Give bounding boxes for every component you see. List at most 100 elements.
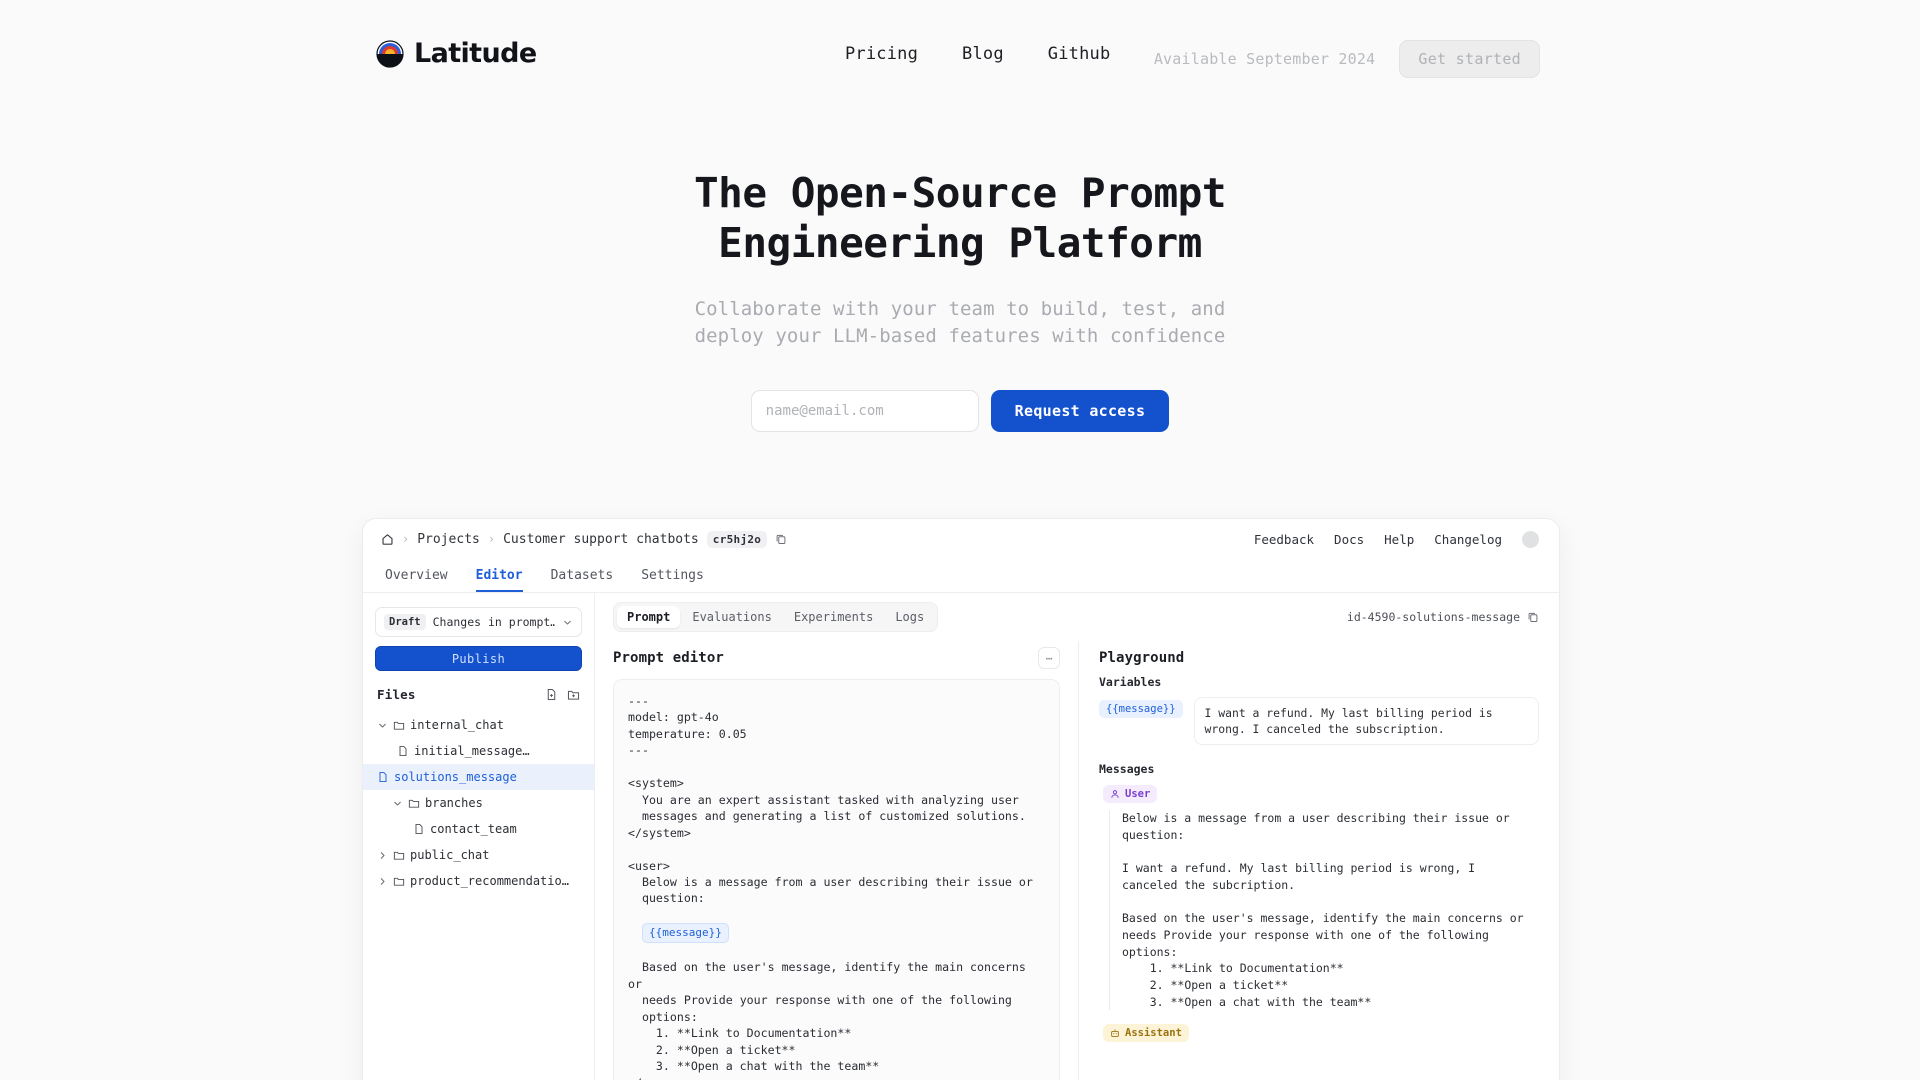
chevron-down-icon	[562, 617, 573, 628]
topbar-link-changelog[interactable]: Changelog	[1434, 532, 1502, 547]
chevron-right-icon	[377, 850, 388, 861]
messages-label: Messages	[1099, 762, 1155, 777]
prompt-editor-pane: Prompt editor ⋯ --- model: gpt-4o temper…	[595, 641, 1079, 1080]
document-id-label: id-4590-solutions-message	[1346, 610, 1520, 624]
nav-link-pricing[interactable]: Pricing	[845, 44, 918, 64]
tab-evaluations[interactable]: Evaluations	[682, 606, 781, 628]
tree-row-initial-message[interactable]: initial_message…	[375, 738, 582, 764]
hero-title-line-1: The Open-Source Prompt	[693, 169, 1227, 217]
breadcrumb-separator-1: ›	[402, 532, 410, 546]
playground-pane: Playground Variables {{message}} I want …	[1079, 641, 1559, 1080]
breadcrumb-projects[interactable]: Projects	[417, 532, 480, 547]
tab-logs[interactable]: Logs	[885, 606, 934, 628]
variable-row: {{message}} I want a refund. My last bil…	[1099, 697, 1539, 746]
tree-item-label: solutions_message	[394, 770, 517, 784]
playground-header: Playground	[1099, 641, 1539, 675]
new-folder-icon[interactable]	[567, 688, 580, 701]
app-topbar-links: Feedback Docs Help Changelog	[1254, 530, 1539, 548]
hero-subtitle: Collaborate with your team to build, tes…	[0, 296, 1920, 350]
publish-button[interactable]: Publish	[375, 646, 582, 671]
breadcrumb-project-name[interactable]: Customer support chatbots	[503, 532, 699, 547]
file-tree: internal_chat initial_message… solutions…	[363, 712, 594, 894]
files-title: Files	[377, 687, 416, 702]
tree-row-internal-chat[interactable]: internal_chat	[375, 712, 582, 738]
variable-key: {{message}}	[1099, 700, 1183, 718]
brand-logo[interactable]: Latitude	[375, 38, 537, 69]
tab-experiments[interactable]: Experiments	[784, 606, 883, 628]
home-icon[interactable]	[381, 533, 394, 546]
prompt-code-part-1: --- model: gpt-4o temperature: 0.05 --- …	[628, 694, 1033, 906]
role-badge-assistant: Assistant	[1103, 1024, 1189, 1043]
tab-datasets[interactable]: Datasets	[551, 568, 614, 592]
prompt-editor-header: Prompt editor ⋯	[613, 641, 1060, 675]
avatar[interactable]	[1522, 530, 1539, 548]
top-navigation: Latitude Pricing Blog Github Available S…	[0, 0, 1920, 110]
variables-label: Variables	[1099, 675, 1162, 689]
draft-label: Changes in prompt…	[432, 615, 555, 629]
prompt-variable-chip[interactable]: {{message}}	[641, 923, 729, 943]
editor-pill-tabs: Prompt Evaluations Experiments Logs	[613, 602, 939, 632]
topbar-link-feedback[interactable]: Feedback	[1254, 532, 1314, 547]
tree-row-solutions-message[interactable]: solutions_message	[363, 764, 594, 790]
tree-row-branches[interactable]: branches	[375, 790, 582, 816]
tab-prompt[interactable]: Prompt	[617, 606, 681, 628]
copy-icon[interactable]	[1527, 611, 1539, 623]
topbar-link-docs[interactable]: Docs	[1334, 532, 1364, 547]
nav-link-github[interactable]: Github	[1048, 44, 1111, 64]
app-tabs: Overview Editor Datasets Settings	[363, 559, 1559, 593]
get-started-button[interactable]: Get started	[1399, 40, 1540, 78]
message-content: Below is a message from a user describin…	[1109, 810, 1539, 1011]
draft-select[interactable]: Draft Changes in prompt…	[375, 607, 582, 637]
breadcrumb: › Projects › Customer support chatbots c…	[381, 530, 787, 548]
variables-section: Variables {{message}} I want a refund. M…	[1099, 675, 1539, 746]
tab-editor[interactable]: Editor	[475, 568, 523, 592]
file-icon	[377, 771, 389, 783]
folder-icon	[393, 719, 405, 731]
hero-section: The Open-Source Prompt Engineering Platf…	[0, 168, 1920, 432]
prompt-code-part-2: Based on the user's message, identify th…	[628, 960, 1026, 1080]
tree-row-product-recommendations[interactable]: product_recommendatio…	[375, 868, 582, 894]
availability-text: Available September 2024	[1153, 50, 1376, 68]
copy-icon[interactable]	[775, 533, 787, 545]
hero-subtitle-line-1: Collaborate with your team to build, tes…	[694, 298, 1226, 321]
folder-icon	[408, 797, 420, 809]
prompt-code-editor[interactable]: --- model: gpt-4o temperature: 0.05 --- …	[613, 679, 1060, 1080]
prompt-editor-title: Prompt editor	[613, 650, 724, 666]
app-topbar: › Projects › Customer support chatbots c…	[363, 519, 1559, 559]
tree-item-label: initial_message…	[414, 744, 530, 758]
tree-item-label: branches	[425, 796, 483, 810]
request-access-button[interactable]: Request access	[990, 389, 1170, 432]
tab-settings[interactable]: Settings	[641, 568, 704, 592]
file-icon	[397, 745, 409, 757]
message-assistant: Assistant	[1099, 1023, 1539, 1043]
topbar-link-help[interactable]: Help	[1384, 532, 1414, 547]
latitude-logo-icon	[375, 39, 405, 69]
chevron-right-icon	[377, 876, 388, 887]
app-preview-card: › Projects › Customer support chatbots c…	[362, 518, 1560, 1080]
page-title: The Open-Source Prompt Engineering Platf…	[0, 168, 1920, 268]
editor-main: Prompt Evaluations Experiments Logs id-4…	[595, 593, 1559, 1080]
bot-icon	[1110, 1028, 1120, 1038]
messages-section: Messages User Below is a message from a …	[1099, 762, 1539, 1043]
editor-tab-bar: Prompt Evaluations Experiments Logs id-4…	[595, 593, 1559, 641]
nav-right-group: Available September 2024 Get started	[1154, 40, 1540, 78]
request-access-form: Request access	[0, 389, 1920, 432]
file-icon	[413, 823, 425, 835]
folder-icon	[393, 849, 405, 861]
nav-link-blog[interactable]: Blog	[962, 44, 1004, 64]
tree-row-contact-team[interactable]: contact_team	[375, 816, 582, 842]
user-icon	[1110, 789, 1120, 799]
message-user: User Below is a message from a user desc…	[1099, 784, 1539, 1011]
ellipsis-icon[interactable]: ⋯	[1038, 647, 1060, 669]
hero-subtitle-line-2: deploy your LLM-based features with conf…	[694, 325, 1226, 347]
variable-value-input[interactable]: I want a refund. My last billing period …	[1193, 697, 1539, 746]
hero-title-line-2: Engineering Platform	[718, 219, 1202, 268]
project-id-badge: cr5hj2o	[706, 530, 768, 548]
tree-item-label: public_chat	[410, 848, 490, 862]
chevron-down-icon	[377, 720, 388, 731]
new-file-icon[interactable]	[545, 688, 558, 701]
tree-row-public-chat[interactable]: public_chat	[375, 842, 582, 868]
email-field[interactable]	[750, 389, 979, 432]
role-label: Assistant	[1125, 1027, 1182, 1040]
tab-overview[interactable]: Overview	[385, 568, 448, 592]
